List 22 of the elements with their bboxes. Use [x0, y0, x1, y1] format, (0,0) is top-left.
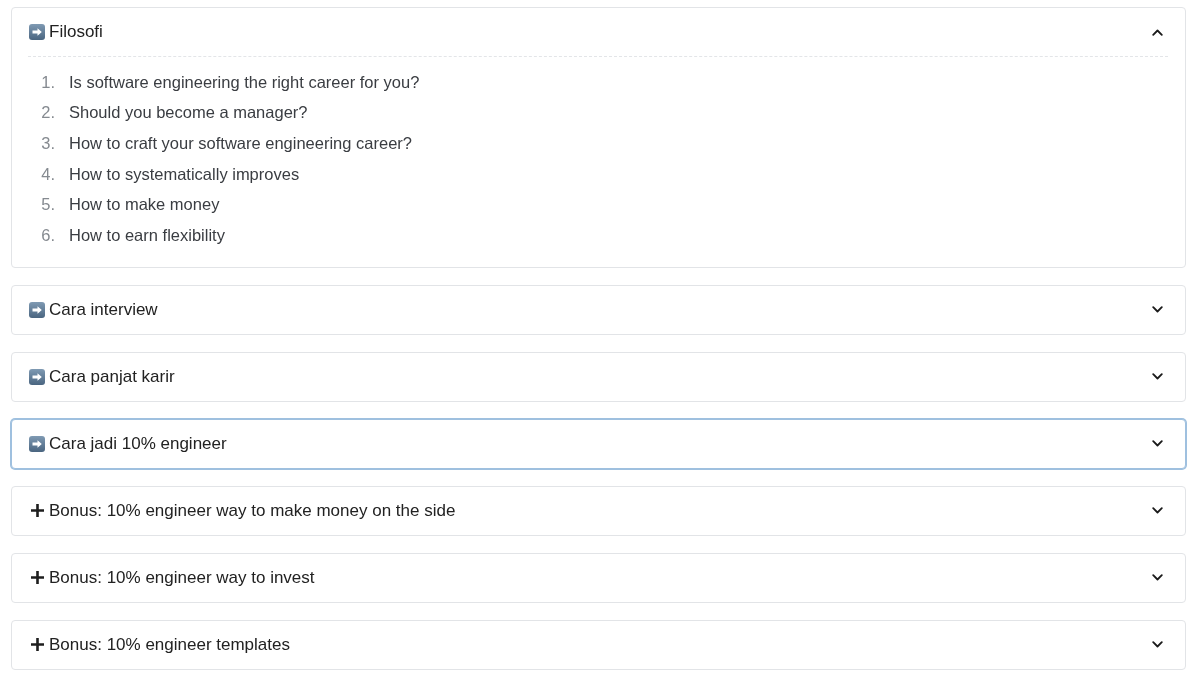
accordion-header[interactable]: Filosofi	[12, 8, 1185, 56]
list-number: 4.	[40, 164, 55, 184]
accordion-header[interactable]: Bonus: 10% engineer way to invest	[12, 553, 1185, 602]
accordion-header[interactable]: Bonus: 10% engineer way to make money on the side	[12, 486, 1185, 535]
list-item-text: How to earn flexibility	[69, 225, 225, 245]
list-item-text: How to systematically improves	[69, 164, 300, 184]
list-number: 5.	[40, 195, 55, 215]
accordion-header[interactable]: Cara jadi 10% engineer	[12, 419, 1185, 468]
plus-icon	[31, 504, 44, 518]
list-item-text: Should you become a manager?	[69, 103, 308, 123]
list-item-text: How to make money	[69, 195, 220, 215]
plus-icon	[31, 638, 44, 652]
list-item-text: How to craft your software engineering career?	[69, 134, 412, 153]
list-number: 1.	[40, 72, 55, 92]
list-item-text: Is software engineering the right career for you?	[69, 72, 420, 92]
list-number: 2.	[40, 103, 55, 123]
plus-icon	[31, 571, 44, 585]
list-number: 3.	[40, 134, 55, 153]
accordion-header[interactable]: Bonus: 10% engineer templates	[12, 620, 1185, 669]
list-number: 6.	[40, 225, 55, 245]
accordion-header[interactable]: Cara panjat karir	[12, 352, 1185, 401]
accordion-header[interactable]: Cara interview	[12, 285, 1185, 334]
